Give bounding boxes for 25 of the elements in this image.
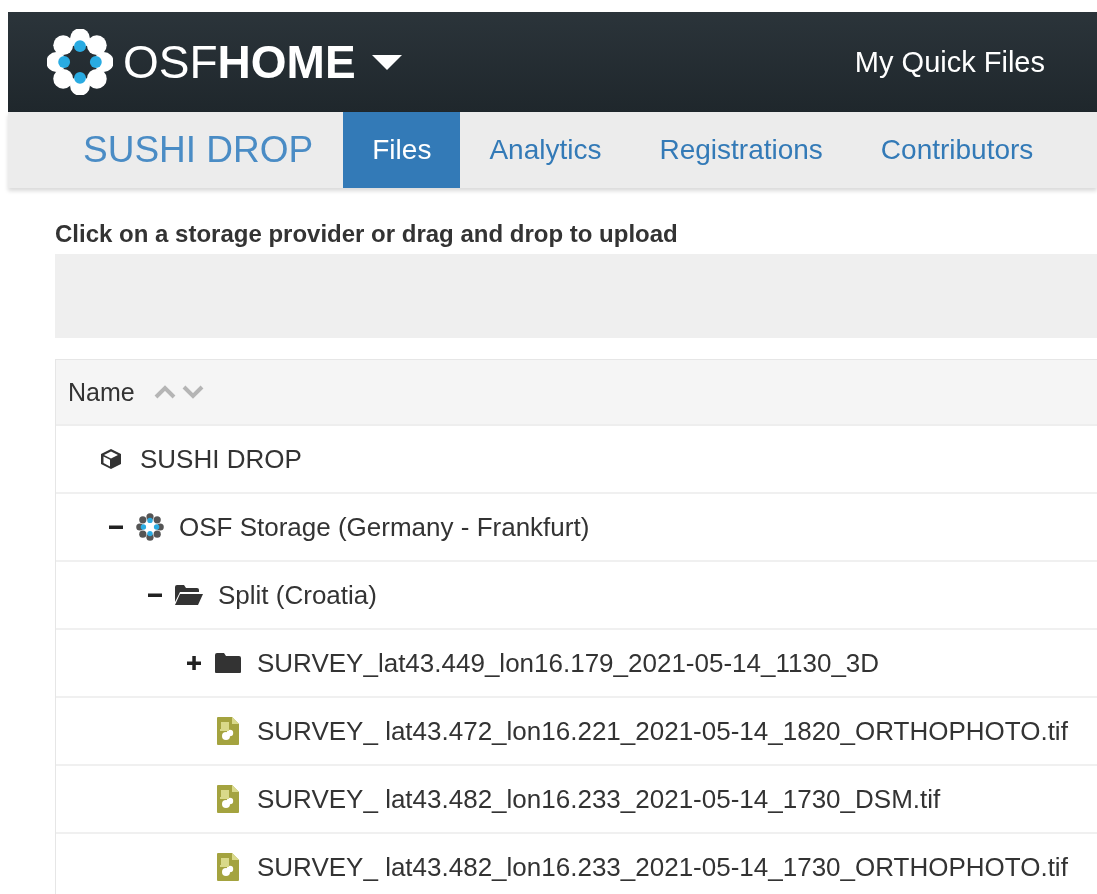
image-file-icon — [216, 716, 240, 746]
brand-name[interactable]: OSFHOME — [123, 35, 356, 89]
logo-icon — [47, 29, 113, 95]
storage-name[interactable]: OSF Storage (Germany - Frankfurt) — [179, 511, 590, 543]
nav-tab[interactable]: Registrations — [630, 112, 852, 188]
column-header[interactable]: Name — [68, 377, 135, 407]
folder-name[interactable]: Split (Croatia) — [218, 579, 377, 611]
sort-down-icon — [180, 384, 205, 400]
nav-tab[interactable]: Files — [343, 112, 461, 188]
open-folder-icon — [174, 584, 204, 606]
file-name[interactable]: SURVEY_ lat43.482_lon16.233_2021-05-14_1730_DSM.tif — [257, 783, 941, 815]
nav-tab[interactable]: Contributors — [851, 112, 1063, 188]
storage-icon — [135, 512, 165, 542]
folder-icon — [214, 652, 242, 674]
folder-name[interactable]: SURVEY_lat43.449_lon16.179_2021-05-14_1130_3D — [257, 647, 880, 679]
image-file-icon — [216, 784, 240, 814]
project-name[interactable]: SUSHI DROP — [140, 443, 302, 475]
file-name[interactable]: SURVEY_ lat43.482_lon16.233_2021-05-14_1730_ORTHOPHOTO.tif — [257, 851, 1068, 883]
upload-hint: Click on a storage provider or drag and drop to upload — [55, 220, 679, 249]
file-name[interactable]: SURVEY_ lat43.472_lon16.221_2021-05-14_1820_ORTHOPHOTO.tif — [257, 715, 1068, 747]
cube-icon — [100, 448, 122, 470]
nav-tab[interactable]: Analytics — [460, 112, 631, 188]
image-file-icon — [216, 852, 240, 882]
nav-link[interactable]: My Quick Files — [854, 45, 1045, 79]
sort-up-icon — [152, 384, 177, 400]
